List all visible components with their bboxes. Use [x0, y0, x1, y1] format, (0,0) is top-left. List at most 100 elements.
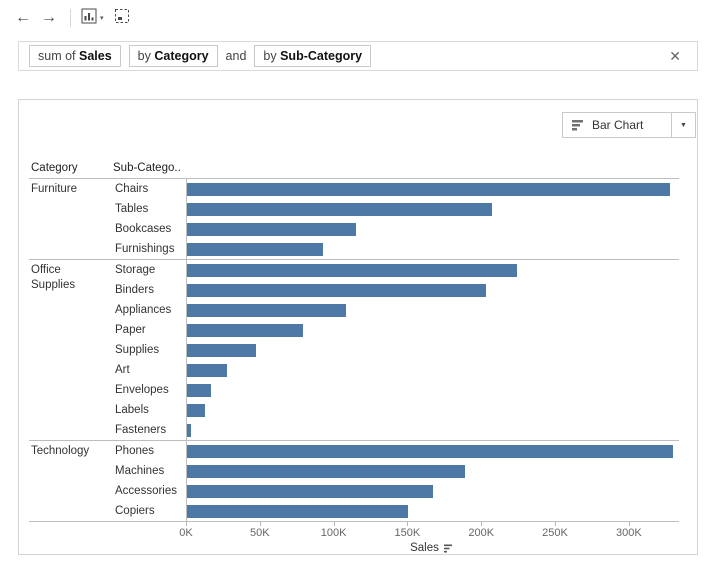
axis-tick-label: 0K — [179, 527, 192, 539]
viz-card: Bar Chart ▼ Category Sub-Catego.. Furnit… — [18, 99, 698, 555]
chevron-down-icon: ▾ — [100, 14, 104, 22]
axis-tick-mark — [334, 522, 335, 526]
forward-button[interactable]: → — [38, 7, 60, 29]
clear-query-icon[interactable]: ✕ — [663, 48, 687, 65]
chart-row: Furnishings — [113, 239, 679, 259]
category-label: Office Supplies — [29, 260, 113, 440]
axis-tick-label: 50K — [250, 527, 270, 539]
query-input-bar[interactable]: sum of Sales by Category and by Sub-Cate… — [18, 41, 698, 71]
column-headers: Category Sub-Catego.. — [29, 162, 679, 178]
bar-cell — [186, 420, 679, 440]
chart-row: Chairs — [113, 179, 679, 199]
pill-prefix: sum of — [38, 49, 79, 63]
category-group: Office SuppliesStorage Binders Appliances P… — [29, 259, 679, 440]
sales-bar[interactable] — [187, 505, 408, 518]
subcategory-label: Paper — [113, 324, 186, 336]
bar-cell — [186, 199, 679, 219]
axis-tick-label: 200K — [468, 527, 494, 539]
sales-bar[interactable] — [187, 344, 256, 357]
subcategory-label: Bookcases — [113, 223, 186, 235]
bar-cell — [186, 260, 679, 280]
sales-bar[interactable] — [187, 424, 191, 437]
category-label: Technology — [29, 441, 113, 521]
sales-bar[interactable] — [187, 284, 486, 297]
pill-field: Sales — [79, 49, 112, 63]
axis-tick-mark — [481, 522, 482, 526]
sales-bar[interactable] — [187, 445, 673, 458]
subcategory-label: Fasteners — [113, 424, 186, 436]
pill-prefix: by — [138, 49, 155, 63]
dropdown-caret-icon[interactable]: ▼ — [671, 113, 695, 137]
subcategory-label: Tables — [113, 203, 186, 215]
back-button[interactable]: ← — [12, 7, 34, 29]
sales-bar[interactable] — [187, 223, 356, 236]
bar-cell — [186, 501, 679, 521]
subcategory-label: Chairs — [113, 183, 186, 195]
x-axis-title: Sales — [410, 542, 439, 554]
chart-row: Supplies — [113, 340, 679, 360]
sales-bar[interactable] — [187, 465, 465, 478]
axis-tick-label: 300K — [616, 527, 642, 539]
bar-cell — [186, 320, 679, 340]
category-group: TechnologyPhones Machines Accessories Copie… — [29, 440, 679, 521]
sales-bar[interactable] — [187, 203, 492, 216]
bar-cell — [186, 461, 679, 481]
subcategory-label: Storage — [113, 264, 186, 276]
sales-bar[interactable] — [187, 384, 211, 397]
chart-row: Accessories — [113, 481, 679, 501]
viz-type-toolbar-button[interactable]: ▾ — [81, 8, 104, 29]
bar-cell — [186, 340, 679, 360]
query-pill-sum-of-sales[interactable]: sum of Sales — [29, 45, 121, 67]
subcategory-label: Machines — [113, 465, 186, 477]
chart-row: Copiers — [113, 501, 679, 521]
chart-row: Storage — [113, 260, 679, 280]
bar-cell — [186, 441, 679, 461]
subcategory-label: Copiers — [113, 505, 186, 517]
subcategory-label: Appliances — [113, 304, 186, 316]
subcategory-header: Sub-Catego.. — [113, 162, 186, 178]
bar-cell — [186, 300, 679, 320]
sales-bar[interactable] — [187, 404, 205, 417]
x-axis-title-row: Sales — [186, 540, 679, 556]
category-header: Category — [29, 162, 113, 178]
chart-groups: FurnitureChairs Tables Bookcases Furnishing… — [29, 178, 679, 522]
sales-bar[interactable] — [187, 264, 517, 277]
sales-bar[interactable] — [187, 364, 227, 377]
query-pill-by-sub-category[interactable]: by Sub-Category — [254, 45, 371, 67]
sort-descending-icon[interactable] — [444, 543, 455, 554]
subcategory-label: Labels — [113, 404, 186, 416]
chart-row: Bookcases — [113, 219, 679, 239]
axis-tick-label: 150K — [395, 527, 421, 539]
chart-row: Tables — [113, 199, 679, 219]
bar-cell — [186, 380, 679, 400]
back-arrow-icon: ← — [15, 10, 31, 26]
dashed-grid-icon — [114, 8, 130, 29]
pill-field: Category — [154, 49, 208, 63]
subcategory-label: Supplies — [113, 344, 186, 356]
bar-cell — [186, 239, 679, 259]
viz-type-dropdown[interactable]: Bar Chart ▼ — [562, 112, 696, 138]
category-group: FurnitureChairs Tables Bookcases Furnishing… — [29, 179, 679, 259]
axis-tick-mark — [260, 522, 261, 526]
chart-row: Art — [113, 360, 679, 380]
bar-cell — [186, 481, 679, 501]
sales-bar[interactable] — [187, 243, 323, 256]
sales-bar[interactable] — [187, 304, 346, 317]
chart-row: Binders — [113, 280, 679, 300]
subcategory-label: Accessories — [113, 485, 186, 497]
query-pill-by-category[interactable]: by Category — [129, 45, 218, 67]
axis-tick-mark — [186, 522, 187, 526]
app: ← → ▾ — [0, 0, 716, 555]
sales-bar[interactable] — [187, 183, 670, 196]
bar-cell — [186, 219, 679, 239]
category-rows: Phones Machines Accessories Copiers — [113, 441, 679, 521]
sales-bar[interactable] — [187, 485, 433, 498]
category-rows: Storage Binders Appliances Paper Supplies Art… — [113, 260, 679, 440]
subcategory-label: Phones — [113, 445, 186, 457]
chart-row: Appliances — [113, 300, 679, 320]
category-label: Furniture — [29, 179, 113, 259]
layout-grid-button[interactable] — [114, 8, 130, 29]
sales-bar[interactable] — [187, 324, 303, 337]
axis-tick-mark — [629, 522, 630, 526]
category-rows: Chairs Tables Bookcases Furnishings — [113, 179, 679, 259]
